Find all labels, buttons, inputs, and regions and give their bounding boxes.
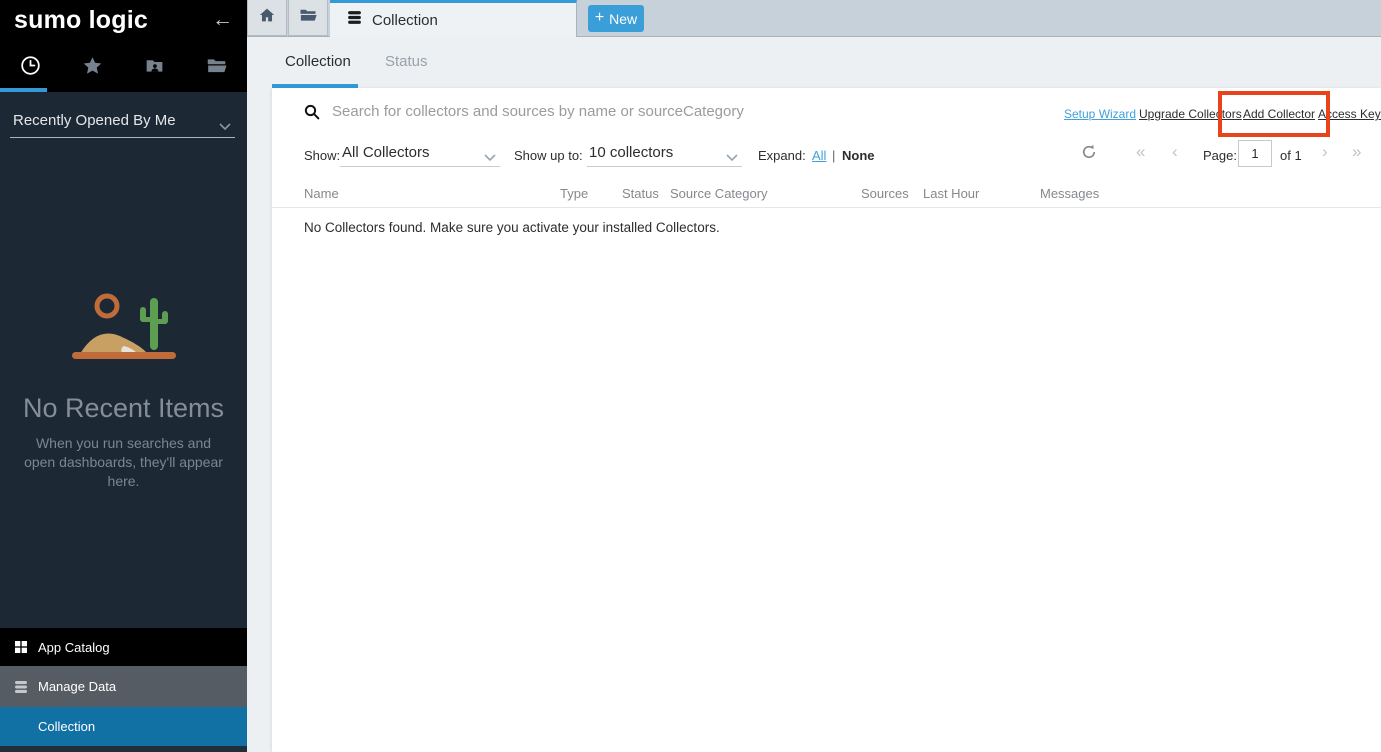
subtab-collection[interactable]: Collection bbox=[285, 53, 351, 70]
column-header-last-hour[interactable]: Last Hour bbox=[923, 186, 979, 201]
expand-all-link[interactable]: All bbox=[812, 148, 826, 163]
empty-state-title: No Recent Items bbox=[0, 393, 247, 424]
sidebar-body: Recently Opened By Me bbox=[0, 92, 247, 752]
show-up-to-dropdown[interactable]: 10 collectors bbox=[587, 142, 742, 167]
subtab-row: Collection Status bbox=[247, 37, 1381, 88]
sidebar-bottom-menu: App Catalog Manage Data Collection bbox=[0, 628, 247, 746]
refresh-icon[interactable] bbox=[1080, 143, 1098, 161]
sidebar-item-label: Collection bbox=[38, 719, 95, 734]
chevron-down-icon bbox=[484, 150, 496, 165]
last-page-button[interactable]: » bbox=[1352, 143, 1361, 161]
column-header-messages[interactable]: Messages bbox=[1040, 186, 1099, 201]
prev-page-button[interactable]: ‹ bbox=[1172, 143, 1178, 161]
empty-state-description: When you run searches and open dashboard… bbox=[19, 434, 229, 491]
subtab-status[interactable]: Status bbox=[385, 53, 428, 70]
expand-label: Expand: bbox=[758, 148, 806, 163]
search-input[interactable] bbox=[332, 96, 972, 126]
open-folder-icon bbox=[299, 6, 317, 29]
clock-icon bbox=[20, 55, 41, 81]
page-number-input[interactable] bbox=[1238, 140, 1272, 167]
expand-none-link[interactable]: None bbox=[842, 148, 875, 163]
sidebar-footer-strip bbox=[0, 746, 247, 752]
desert-illustration bbox=[68, 288, 180, 367]
personal-folder-icon bbox=[144, 55, 165, 81]
column-header-name[interactable]: Name bbox=[304, 186, 339, 201]
filter-row: Show: All Collectors Show up to: 10 coll… bbox=[272, 135, 1381, 180]
sidebar: sumo logic ← bbox=[0, 0, 247, 752]
collapse-sidebar-icon[interactable]: ← bbox=[212, 8, 233, 32]
add-collector-link[interactable]: Add Collector bbox=[1243, 107, 1315, 121]
sumo-logic-logo: sumo logic bbox=[14, 6, 148, 35]
new-button[interactable]: + New bbox=[588, 5, 644, 32]
search-icon bbox=[303, 103, 321, 121]
new-button-label: New bbox=[609, 11, 637, 27]
column-header-status[interactable]: Status bbox=[622, 186, 659, 201]
setup-wizard-link[interactable]: Setup Wizard bbox=[1064, 107, 1136, 121]
first-page-button[interactable]: « bbox=[1136, 143, 1145, 161]
database-icon bbox=[13, 679, 29, 695]
logo-bar: sumo logic ← bbox=[0, 0, 247, 44]
nav-tab-favorites[interactable] bbox=[62, 44, 124, 92]
star-icon bbox=[82, 55, 103, 81]
next-page-button[interactable]: › bbox=[1322, 143, 1328, 161]
collection-tab[interactable]: Collection bbox=[330, 0, 577, 37]
recently-opened-dropdown[interactable]: Recently Opened By Me bbox=[10, 110, 235, 138]
sidebar-item-label: App Catalog bbox=[38, 640, 110, 655]
upgrade-collectors-link[interactable]: Upgrade Collectors bbox=[1139, 107, 1242, 121]
tab-title: Collection bbox=[372, 12, 438, 29]
page-of-label: of 1 bbox=[1280, 148, 1302, 163]
home-tab-button[interactable] bbox=[247, 0, 287, 36]
open-folder-icon bbox=[206, 55, 227, 81]
page-label: Page: bbox=[1203, 148, 1237, 163]
sidebar-item-app-catalog[interactable]: App Catalog bbox=[0, 628, 247, 666]
sidebar-nav-tabs bbox=[0, 44, 247, 92]
column-header-source-category[interactable]: Source Category bbox=[670, 186, 768, 201]
collection-panel: Setup Wizard Upgrade Collectors Add Coll… bbox=[272, 88, 1381, 752]
collectors-table-header: Name Type Status Source Category Sources… bbox=[272, 183, 1381, 208]
recent-empty-state: No Recent Items When you run searches an… bbox=[0, 288, 247, 491]
recently-opened-label: Recently Opened By Me bbox=[13, 112, 176, 129]
expand-separator: | bbox=[832, 148, 835, 163]
nav-tab-personal[interactable] bbox=[124, 44, 186, 92]
top-tab-bar: Collection + New bbox=[247, 0, 1381, 37]
library-tab-button[interactable] bbox=[288, 0, 328, 36]
column-header-type[interactable]: Type bbox=[560, 186, 588, 201]
app-window: sumo logic ← bbox=[0, 0, 1381, 752]
column-header-sources[interactable]: Sources bbox=[861, 186, 909, 201]
show-dropdown-value: All Collectors bbox=[342, 144, 430, 161]
no-collectors-message: No Collectors found. Make sure you activ… bbox=[304, 220, 720, 235]
nav-tab-library[interactable] bbox=[185, 44, 247, 92]
home-icon bbox=[258, 6, 276, 29]
main-area: Collection + New Collection Status Setup… bbox=[247, 0, 1381, 752]
sidebar-item-collection[interactable]: Collection bbox=[0, 707, 247, 746]
chevron-down-icon bbox=[219, 118, 231, 136]
show-label: Show: bbox=[304, 148, 340, 163]
plus-icon: + bbox=[595, 9, 604, 27]
sidebar-item-label: Manage Data bbox=[38, 679, 116, 694]
show-dropdown[interactable]: All Collectors bbox=[340, 142, 500, 167]
app-grid-icon bbox=[13, 639, 29, 655]
nav-tab-recent[interactable] bbox=[0, 44, 62, 92]
show-up-to-label: Show up to: bbox=[514, 148, 583, 163]
access-keys-link[interactable]: Access Keys bbox=[1318, 107, 1381, 121]
show-up-to-dropdown-value: 10 collectors bbox=[589, 144, 673, 161]
chevron-down-icon bbox=[726, 150, 738, 165]
database-icon bbox=[330, 9, 363, 31]
sidebar-item-manage-data[interactable]: Manage Data bbox=[0, 666, 247, 707]
